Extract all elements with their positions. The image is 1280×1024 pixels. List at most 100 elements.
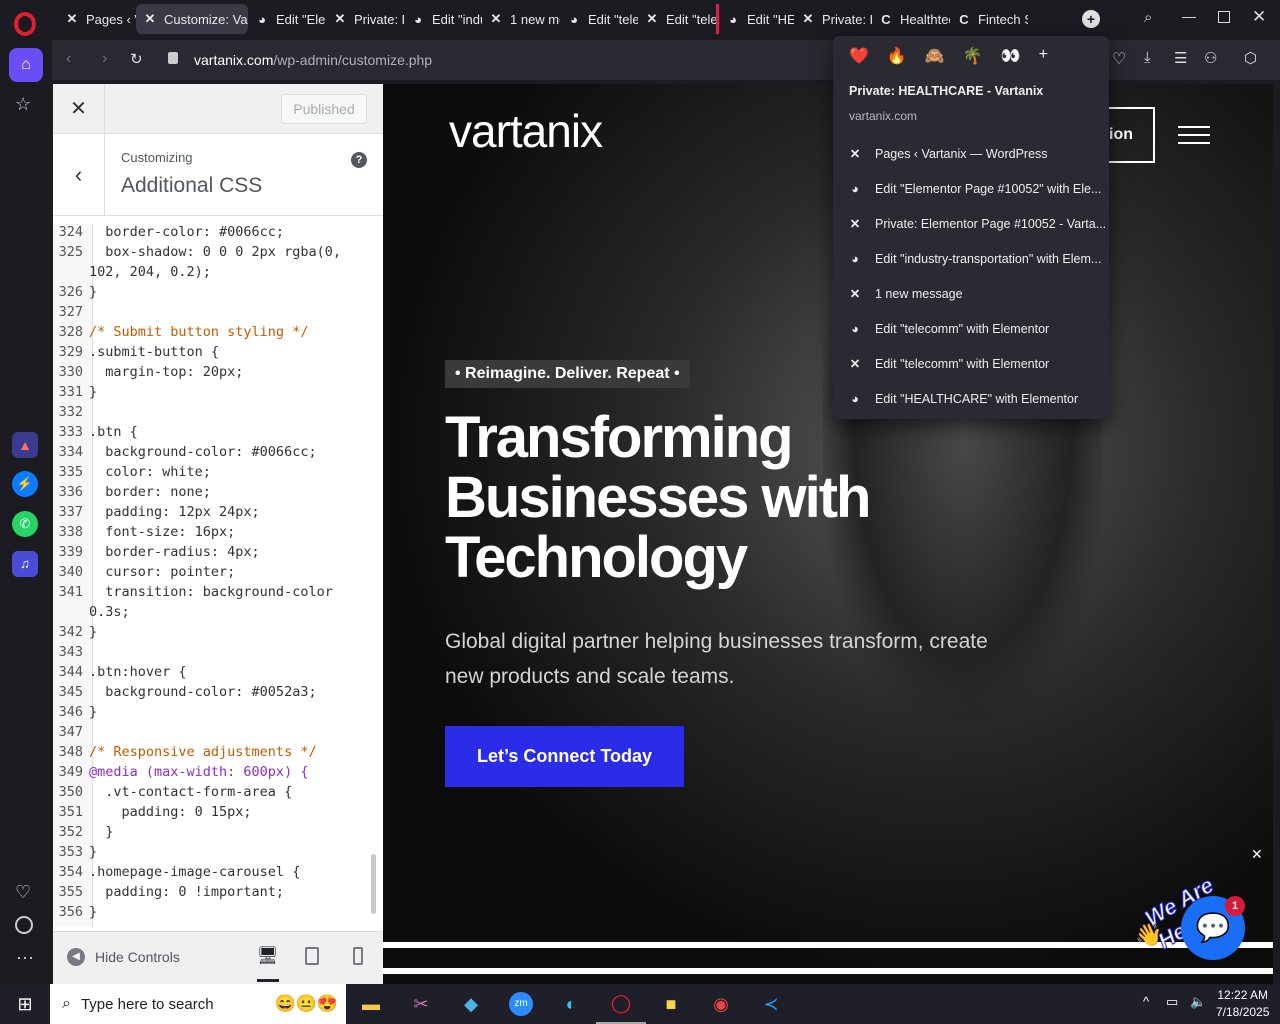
clock[interactable]: 12:22 AM 7/18/2025 xyxy=(1216,987,1269,1021)
close-customizer-button[interactable]: ✕ xyxy=(53,84,105,134)
tagline: • Reimagine. Deliver. Repeat • xyxy=(445,360,690,388)
new-tab-button[interactable]: + xyxy=(1082,10,1100,28)
music-icon[interactable]: ♫ xyxy=(12,551,38,577)
reload-icon[interactable]: ↻ xyxy=(130,50,143,68)
dropdown-tab-item[interactable]: ✕ 1 new message xyxy=(833,276,1109,311)
code-line: 355 padding: 0 !important; xyxy=(53,882,371,902)
hide-controls-button[interactable]: ◀ Hide Controls xyxy=(67,948,180,966)
star-icon[interactable]: ☆ xyxy=(15,94,31,115)
home-icon[interactable]: ⌂ xyxy=(9,48,43,82)
search-tabs-icon[interactable]: ⌕ xyxy=(1144,9,1152,26)
code-text: } xyxy=(89,844,98,860)
tab[interactable]: ◕ Edit "indu xyxy=(404,4,482,34)
snipping-icon[interactable]: ✂ xyxy=(396,984,446,1024)
back-button[interactable]: ‹ xyxy=(53,134,105,216)
forward-icon[interactable]: › xyxy=(102,50,107,68)
network-icon[interactable]: ▭ xyxy=(1166,994,1178,1010)
app-icon[interactable]: ◆ xyxy=(446,984,496,1024)
emoji-reaction[interactable]: 👀 xyxy=(1001,46,1021,66)
tab[interactable]: ◕ Edit "tele xyxy=(560,4,638,34)
css-editor[interactable]: 324 border-color: #0066cc; 325 box-shadow… xyxy=(53,224,383,927)
account-icon[interactable]: ⚇ xyxy=(1204,49,1217,67)
headline-line-2: Businesses with xyxy=(445,465,871,530)
dropdown-tab-item[interactable]: ◕ Edit "telecomm" with Elementor xyxy=(833,311,1109,346)
minimize-button[interactable]: — xyxy=(1182,8,1196,24)
dropdown-tab-item[interactable]: ✕ Edit "telecomm" with Elementor xyxy=(833,346,1109,381)
zoom-icon[interactable]: zm xyxy=(496,984,546,1024)
tray-chevron-icon[interactable]: ^ xyxy=(1143,994,1149,1009)
extensions-icon[interactable]: ⬡ xyxy=(1244,49,1257,67)
maximize-button[interactable] xyxy=(1218,11,1230,23)
dropdown-tab-item[interactable]: ✕ Private: Elementor Page #10052 - Varta.… xyxy=(833,206,1109,241)
download-icon[interactable]: ⤓ xyxy=(1144,49,1151,66)
url-text[interactable]: vartanix.com/wp-admin/customize.php xyxy=(194,52,432,68)
dropdown-tab-item[interactable]: ◕ Edit "Elementor Page #10052" with Ele..… xyxy=(833,171,1109,206)
tab[interactable]: ✕ 1 new me xyxy=(482,4,560,34)
emoji-reaction[interactable]: 🔥 xyxy=(887,46,907,66)
dropdown-tab-item[interactable]: ◕ Edit "HEALTHCARE" with Elementor xyxy=(833,381,1109,416)
code-line: 339 border-radius: 4px; xyxy=(53,542,371,562)
easy-setup-icon[interactable]: ☰ xyxy=(1174,49,1187,67)
windows-start-icon[interactable]: ⊞ xyxy=(0,984,50,1024)
code-line: 350 .vt-contact-form-area { xyxy=(53,782,371,802)
close-window-button[interactable]: ✕ xyxy=(1252,7,1266,27)
site-preview: vartanix ion • Reimagine. Deliver. Repea… xyxy=(383,84,1273,984)
line-number: 342 xyxy=(58,624,83,640)
opera-taskbar-icon[interactable]: ◯ xyxy=(596,984,646,1024)
emoji-reaction[interactable]: 🙈 xyxy=(925,46,945,66)
site-logo[interactable]: vartanix xyxy=(449,104,603,158)
emoji-reaction[interactable]: 🌴 xyxy=(963,46,983,66)
tab[interactable]: ◕ Edit "Elem xyxy=(248,4,326,34)
published-button[interactable]: Published xyxy=(281,94,367,124)
messenger-icon[interactable]: ⚡ xyxy=(12,471,38,497)
whatsapp-icon[interactable]: ✆ xyxy=(12,511,38,537)
aria-icon[interactable]: ▲ xyxy=(12,432,38,458)
back-icon[interactable]: ‹ xyxy=(66,50,71,68)
chat-close-icon[interactable]: ✕ xyxy=(1251,846,1263,863)
x-logo-icon: ✕ xyxy=(490,11,502,26)
tab[interactable]: C Fintech S xyxy=(950,4,1028,34)
edge-icon[interactable]: ◐ xyxy=(546,984,596,1024)
code-line: 326} xyxy=(53,282,371,302)
more-icon[interactable]: ⋯ xyxy=(16,948,34,969)
x-logo-icon: ✕ xyxy=(66,11,78,26)
tab[interactable]: ✕ Private: E xyxy=(326,4,404,34)
code-text: 0.3s; xyxy=(89,604,130,620)
heart-icon[interactable]: ♡ xyxy=(15,882,31,903)
volume-icon[interactable]: 🔈 xyxy=(1190,994,1206,1010)
connect-cta-button[interactable]: Let’s Connect Today xyxy=(445,726,684,787)
line-number: 350 xyxy=(58,784,83,800)
taskbar-search[interactable]: ⌕ Type here to search 😄😐😍 xyxy=(50,984,346,1024)
help-icon[interactable]: ? xyxy=(351,152,367,168)
tab[interactable]: ◕ Edit "HEA xyxy=(716,4,794,34)
tab-label: Private: E xyxy=(354,11,404,27)
sticky-notes-icon[interactable]: ■ xyxy=(646,984,696,1024)
heart-icon[interactable]: ♡ xyxy=(1112,49,1126,69)
globe-icon: ◕ xyxy=(851,391,859,406)
dropdown-tab-item[interactable]: ◕ Edit "industry-transportation" with Ele… xyxy=(833,241,1109,276)
tab[interactable]: ✕ Customize: Varta xyxy=(136,4,248,34)
header-cta-button[interactable]: ion xyxy=(1109,107,1155,163)
vscode-icon[interactable]: ≺ xyxy=(746,984,796,1024)
dropdown-list: ✕ Pages ‹ Vartanix — WordPress ◕ Edit "Elem… xyxy=(833,136,1109,416)
chrome-icon[interactable]: ◉ xyxy=(696,984,746,1024)
emoji-reaction[interactable]: + xyxy=(1039,46,1048,66)
dropdown-tab-item[interactable]: ✕ Pages ‹ Vartanix — WordPress xyxy=(833,136,1109,171)
code-line: 0.3s; xyxy=(53,602,371,622)
tablet-preview-icon[interactable] xyxy=(305,947,319,965)
hamburger-menu-icon[interactable] xyxy=(1178,126,1210,144)
mobile-preview-icon[interactable] xyxy=(353,947,363,965)
code-line: 324 border-color: #0066cc; xyxy=(53,224,371,242)
opera-logo-icon[interactable] xyxy=(14,12,36,36)
desktop-preview-icon[interactable]: 🖥 xyxy=(257,946,279,982)
history-icon[interactable] xyxy=(15,916,33,934)
code-line: 342} xyxy=(53,622,371,642)
editor-scrollbar[interactable] xyxy=(371,854,376,914)
tab[interactable]: C Healthtec xyxy=(872,4,950,34)
tab[interactable]: ✕ Private: H xyxy=(794,4,872,34)
tab[interactable]: ✕ Edit "tele xyxy=(638,4,716,34)
tab[interactable]: ✕ Pages ‹ V xyxy=(58,4,136,34)
line-number: 335 xyxy=(58,464,83,480)
emoji-reaction[interactable]: ❤️ xyxy=(849,46,869,66)
file-explorer-icon[interactable]: ▬ xyxy=(346,984,396,1024)
